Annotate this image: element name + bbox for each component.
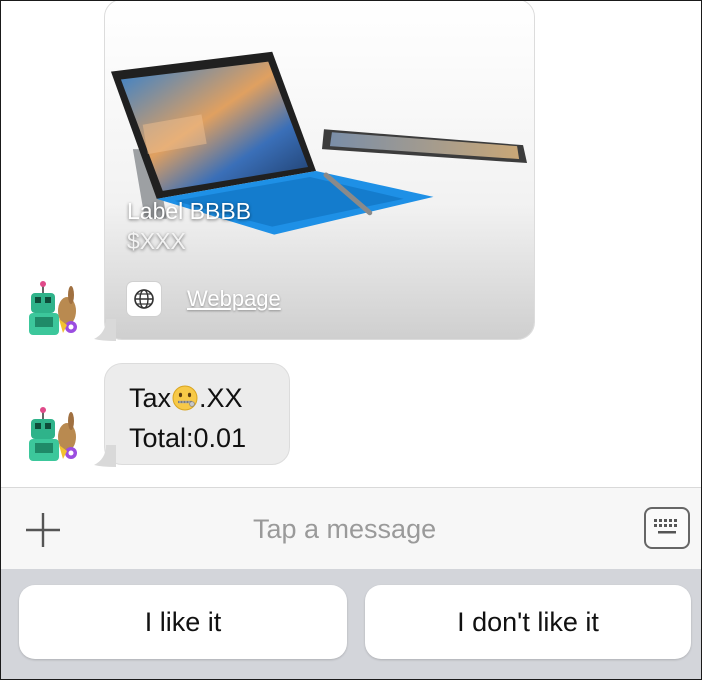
bot-avatar[interactable] [23,279,85,341]
quick-reply-like-button[interactable]: I like it [19,585,347,659]
bubble-tail [94,319,116,341]
product-card-message[interactable]: Label BBBB $XXX Webpage [104,1,535,340]
webpage-link[interactable]: Webpage [127,282,281,316]
tax-value: .XX [199,383,243,413]
card-title: Label BBBB [127,198,252,224]
total-line: Total:0.01 [129,423,247,453]
webpage-link-label[interactable]: Webpage [187,286,281,312]
bubble-tail [94,445,116,467]
plus-icon[interactable] [23,510,63,550]
chat-window: Label BBBB $XXX Webpage Tax .XX Total:0.… [0,0,702,680]
bot-avatar[interactable] [23,405,85,467]
tax-label: Tax [129,383,172,413]
quick-reply-area: I like it I don't like it [1,569,701,679]
card-price: $XXX [127,228,186,254]
totals-message[interactable]: Tax .XX Total:0.01 [104,363,290,465]
keyboard-icon[interactable] [644,507,690,549]
zipper-mouth-emoji-icon [172,385,198,411]
message-input-bar: Tap a message [1,487,701,570]
message-list[interactable]: Label BBBB $XXX Webpage Tax .XX Total:0.… [1,1,701,486]
message-input[interactable]: Tap a message [253,514,436,545]
tax-line: Tax .XX [129,378,289,418]
globe-icon [127,282,161,316]
quick-reply-dislike-button[interactable]: I don't like it [365,585,691,659]
